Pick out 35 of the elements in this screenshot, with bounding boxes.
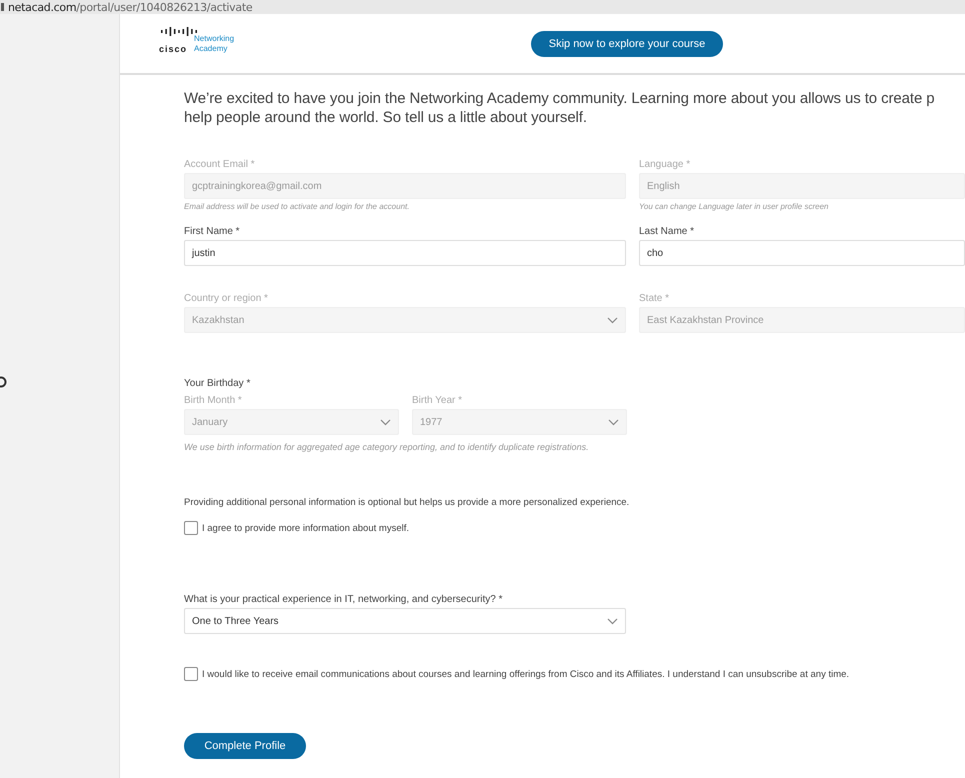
field-label: Birth Year *: [412, 394, 464, 407]
chevron-down-icon: [380, 418, 391, 426]
checkbox[interactable]: [184, 521, 198, 535]
birthday-note: We use birth information for aggregated age category reporting, and to identify duplicate registrations.: [184, 442, 590, 452]
checkbox[interactable]: [184, 667, 198, 681]
complete-profile-button[interactable]: Complete Profile: [184, 733, 306, 759]
input-field[interactable]: justin: [184, 240, 626, 266]
optional-text: Providing additional personal information is optional but helps us provide a more personalized experience.: [184, 497, 630, 508]
field-label: Account Email *: [184, 158, 256, 171]
chevron-down-icon: [607, 316, 618, 324]
field-label: Birth Month *: [184, 394, 243, 407]
intro-text: We’re excited to have you join the Networking Academy community. Learning more about you allows us to create p: [184, 89, 935, 108]
section-label: Your Birthday *: [184, 377, 252, 390]
field-label: Country or region *: [184, 292, 269, 305]
field-label: Language *: [639, 158, 692, 171]
field-hint: Email address will be used to activate and login for the account.: [184, 202, 410, 211]
bars-icon: [160, 26, 198, 36]
url-text: netacad.com/portal/user/1040826213/activate: [8, 0, 252, 14]
field-hint: You can change Language later in user profile screen: [639, 202, 830, 211]
input-field[interactable]: cho: [639, 240, 965, 266]
chevron-down-icon: [607, 618, 618, 624]
skip-button[interactable]: Skip now to explore your course: [531, 30, 723, 56]
logo-wordmark: cisco: [159, 44, 188, 54]
logo-text: Networking: [194, 34, 234, 44]
intro-text: help people around the world. So tell us a little about yourself.: [184, 108, 587, 127]
chevron-down-icon: [608, 418, 619, 426]
checkbox-label: I agree to provide more information about myself.: [202, 522, 409, 534]
dropdown[interactable]: One to Three Years: [184, 608, 626, 634]
field-label: Last Name *: [639, 225, 696, 238]
field-label: What is your practical experience in IT, networking, and cybersecurity? *: [184, 593, 504, 606]
address-bar[interactable]: netacad.com/portal/user/1040826213/activate: [0, 0, 965, 14]
field-label: State *: [639, 292, 670, 305]
checkbox-label: I would like to receive email communications about courses and learning offerings from Cisco and its Affiliates. I understand I can unsubscribe at any time.: [202, 668, 850, 680]
logo-text: Academy: [194, 44, 228, 54]
field-label: First Name *: [184, 225, 241, 238]
